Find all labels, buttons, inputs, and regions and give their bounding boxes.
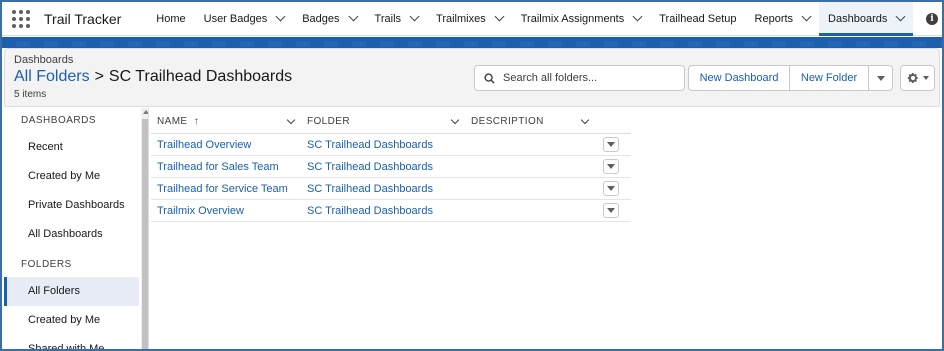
chevron-down-icon — [607, 142, 615, 147]
page-header: Dashboards All Folders > SC Trailhead Da… — [4, 48, 940, 107]
page-title: All Folders > SC Trailhead Dashboards — [14, 68, 292, 86]
nav-item-label: Reports — [754, 12, 794, 25]
nav-item-badges[interactable]: Badges — [293, 2, 365, 36]
title-separator: > — [94, 68, 104, 85]
chevron-down-icon[interactable] — [286, 115, 296, 124]
folder-cell: SC Trailhead Dashboards — [301, 139, 465, 151]
table-row: Trailhead Overview SC Trailhead Dashboard… — [151, 134, 631, 156]
dashboard-name-link[interactable]: Trailhead Overview — [157, 139, 251, 151]
table-row: Trailmix Overview SC Trailhead Dashboards — [151, 200, 631, 222]
nav-item-label: Badges — [302, 12, 340, 25]
chevron-down-icon — [607, 164, 615, 169]
nav-item-label: Trailhead Setup — [659, 12, 737, 25]
more-actions-button[interactable] — [868, 65, 893, 91]
chevron-down-icon[interactable] — [275, 11, 286, 22]
chevron-down-icon — [607, 186, 615, 191]
table-header: NAME ↑ FOLDER DESCRIPTION — [151, 109, 631, 134]
new-folder-button[interactable]: New Folder — [789, 65, 869, 91]
app-frame: Trail Tracker Home User Badges Badges Trail… — [0, 0, 944, 351]
folder-cell: SC Trailhead Dashboards — [301, 183, 465, 195]
nav-item-label: Dashboards — [828, 12, 888, 25]
sidebar-item-dashboards-created-by-me[interactable]: Created by Me — [4, 162, 148, 191]
nav-item-label: Trailmixes — [436, 12, 486, 25]
column-header-name[interactable]: NAME ↑ — [151, 109, 301, 134]
chevron-down-icon[interactable] — [580, 115, 590, 124]
dashboards-table: NAME ↑ FOLDER DESCRIPTION Trailhead Over… — [151, 109, 631, 222]
table-row: Trailhead for Service Team SC Trailhead D… — [151, 178, 631, 200]
info-icon[interactable]: i — [926, 13, 938, 25]
nav-item-trailmix-assignments[interactable]: Trailmix Assignments — [512, 2, 651, 36]
sidebar-item-dashboards-all-dashboards[interactable]: All Dashboards — [4, 220, 148, 249]
nav-item-label: Trails — [374, 12, 402, 25]
current-folder-title: SC Trailhead Dashboards — [108, 68, 293, 85]
sidebar-scrollbar[interactable] — [141, 108, 148, 349]
chevron-down-icon[interactable] — [494, 11, 505, 22]
gear-icon — [907, 72, 918, 84]
sidebar-item-dashboards-private-dashboards[interactable]: Private Dashboards — [4, 191, 148, 220]
nav-item-reports[interactable]: Reports — [746, 2, 820, 36]
folder-link[interactable]: SC Trailhead Dashboards — [307, 183, 433, 195]
search-input[interactable]: Search all folders... — [474, 65, 685, 91]
chevron-down-icon[interactable] — [895, 11, 906, 22]
nav-item-label: Trailmix Assignments — [520, 12, 625, 25]
dashboard-name-cell: Trailhead for Sales Team — [151, 161, 301, 173]
chevron-down-icon[interactable] — [801, 11, 812, 22]
dashboard-name-link[interactable]: Trailmix Overview — [157, 205, 244, 217]
app-launcher-icon[interactable] — [11, 9, 31, 29]
dashboard-name-link[interactable]: Trailhead for Sales Team — [157, 161, 279, 173]
nav-item-label: Home — [156, 12, 186, 25]
column-header-description[interactable]: DESCRIPTION — [465, 109, 631, 134]
chevron-down-icon[interactable] — [450, 115, 460, 124]
brand-band — [2, 37, 942, 48]
nav-item-dashboards[interactable]: Dashboards — [819, 2, 914, 36]
app-name: Trail Tracker — [44, 10, 122, 27]
scrollbar-thumb[interactable] — [142, 119, 148, 349]
all-folders-link[interactable]: All Folders — [14, 68, 90, 86]
settings-menu-button[interactable] — [900, 65, 935, 91]
chevron-down-icon — [876, 75, 885, 81]
nav-item-label: User Badges — [203, 12, 268, 25]
table-row: Trailhead for Sales Team SC Trailhead Das… — [151, 156, 631, 178]
chevron-down-icon[interactable] — [632, 11, 643, 22]
sort-up-icon: ↑ — [193, 115, 200, 127]
chevron-down-icon — [922, 76, 929, 80]
scroll-up-icon[interactable] — [143, 110, 148, 114]
folder-sidebar: DASHBOARDS Recent Created by Me Private Da… — [4, 108, 149, 349]
dashboard-name-cell: Trailhead for Service Team — [151, 183, 301, 195]
nav-item-trailmixes[interactable]: Trailmixes — [427, 2, 512, 36]
folders-section-heading: FOLDERS — [21, 259, 72, 270]
dashboard-name-cell: Trailhead Overview — [151, 139, 301, 151]
dashboard-name-link[interactable]: Trailhead for Service Team — [157, 183, 288, 195]
folder-cell: SC Trailhead Dashboards — [301, 161, 465, 173]
folder-link[interactable]: SC Trailhead Dashboards — [307, 161, 433, 173]
chevron-down-icon[interactable] — [409, 11, 420, 22]
nav-item-home[interactable]: Home — [147, 2, 194, 36]
column-header-folder[interactable]: FOLDER — [301, 109, 465, 134]
folder-link[interactable]: SC Trailhead Dashboards — [307, 205, 433, 217]
row-actions-button[interactable] — [603, 159, 619, 174]
folder-cell: SC Trailhead Dashboards — [301, 205, 465, 217]
global-navigation: Trail Tracker Home User Badges Badges Trail… — [2, 2, 942, 36]
dashboards-section-heading: DASHBOARDS — [21, 115, 97, 126]
sidebar-item-folder-created-by-me[interactable]: Created by Me — [4, 306, 148, 335]
nav-item-trailhead-setup[interactable]: Trailhead Setup — [650, 2, 745, 36]
row-actions-button[interactable] — [603, 203, 619, 218]
search-icon — [484, 72, 495, 84]
dashboard-name-cell: Trailmix Overview — [151, 205, 301, 217]
sidebar-item-folder-shared-with-me[interactable]: Shared with Me — [4, 335, 148, 349]
sidebar-item-folder-all-folders[interactable]: All Folders — [4, 277, 139, 306]
chevron-down-icon — [607, 208, 615, 213]
row-actions-button[interactable] — [603, 137, 619, 152]
sidebar-item-dashboards-recent[interactable]: Recent — [4, 133, 148, 162]
nav-item-user-badges[interactable]: User Badges — [195, 2, 294, 36]
breadcrumb[interactable]: Dashboards — [14, 54, 73, 66]
nav-item-trails[interactable]: Trails — [366, 2, 427, 36]
folder-link[interactable]: SC Trailhead Dashboards — [307, 139, 433, 151]
row-actions-button[interactable] — [603, 181, 619, 196]
chevron-down-icon[interactable] — [348, 11, 358, 22]
new-dashboard-button[interactable]: New Dashboard — [688, 65, 790, 91]
search-placeholder: Search all folders... — [503, 72, 598, 84]
item-count: 5 items — [14, 89, 47, 100]
